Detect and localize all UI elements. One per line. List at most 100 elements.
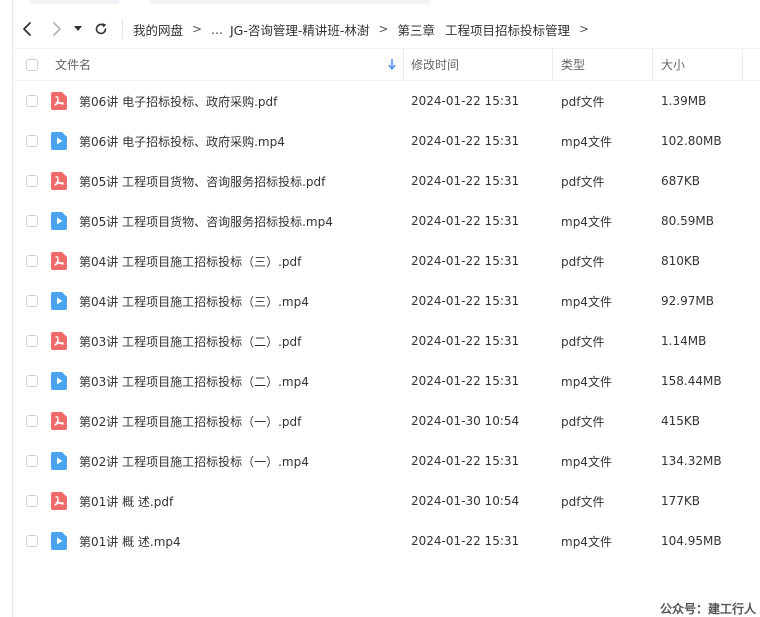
video-file-icon <box>51 212 67 230</box>
file-type: pdf文件 <box>561 254 605 269</box>
search-shape <box>150 0 430 4</box>
file-name[interactable]: 第03讲 工程项目施工招标投标（二）.mp4 <box>79 361 309 401</box>
row-checkbox[interactable] <box>26 215 38 227</box>
file-type: mp4文件 <box>561 294 612 309</box>
table-row[interactable]: 第06讲 电子招标投标、政府采购.pdf 2024-01-22 15:31 pd… <box>14 81 760 121</box>
file-size: 104.95MB <box>661 534 722 548</box>
file-name[interactable]: 第05讲 工程项目货物、咨询服务招标投标.pdf <box>79 161 325 201</box>
table-row[interactable]: 第05讲 工程项目货物、咨询服务招标投标.mp4 2024-01-22 15:3… <box>14 201 760 241</box>
toolbar-separator <box>122 19 123 39</box>
file-name[interactable]: 第01讲 概 述.pdf <box>79 481 173 521</box>
file-type: mp4文件 <box>561 454 612 469</box>
crumb-home[interactable]: 我的网盘 <box>133 20 183 39</box>
column-divider[interactable] <box>403 49 404 80</box>
video-file-icon <box>51 452 67 470</box>
crumb-ellipsis[interactable]: ... <box>211 22 223 37</box>
table-row[interactable]: 第06讲 电子招标投标、政府采购.mp4 2024-01-22 15:31 mp… <box>14 121 760 161</box>
crumb-chapter-folder[interactable]: 第三章 <box>397 20 435 39</box>
table-row[interactable]: 第03讲 工程项目施工招标投标（二）.mp4 2024-01-22 15:31 … <box>14 361 760 401</box>
file-name[interactable]: 第01讲 概 述.mp4 <box>79 521 181 561</box>
header-modified[interactable]: 修改时间 <box>411 49 459 80</box>
file-icon-cell <box>51 401 67 441</box>
table-row[interactable]: 第02讲 工程项目施工招标投标（一）.mp4 2024-01-22 15:31 … <box>14 441 760 481</box>
table-row[interactable]: 第04讲 工程项目施工招标投标（三）.pdf 2024-01-22 15:31 … <box>14 241 760 281</box>
crumb-current-folder[interactable]: 工程项目招标投标管理 <box>445 20 570 39</box>
file-name[interactable]: 第03讲 工程项目施工招标投标（二）.pdf <box>79 321 301 361</box>
file-icon-cell <box>51 521 67 561</box>
row-checkbox[interactable] <box>26 415 38 427</box>
refresh-icon <box>95 23 107 35</box>
file-icon-cell <box>51 201 67 241</box>
row-checkbox-cell <box>26 81 38 121</box>
file-type: pdf文件 <box>561 334 605 349</box>
pdf-file-icon <box>51 252 67 270</box>
video-file-icon <box>51 372 67 390</box>
crumb-course-folder[interactable]: JG-咨询管理-精讲班-林澍 <box>230 20 369 39</box>
file-type: mp4文件 <box>561 374 612 389</box>
file-icon-cell <box>51 281 67 321</box>
file-modified-time: 2024-01-22 15:31 <box>411 94 520 108</box>
pdf-file-icon <box>51 492 67 510</box>
file-name[interactable]: 第05讲 工程项目货物、咨询服务招标投标.mp4 <box>79 201 333 241</box>
table-row[interactable]: 第05讲 工程项目货物、咨询服务招标投标.pdf 2024-01-22 15:3… <box>14 161 760 201</box>
file-name[interactable]: 第02讲 工程项目施工招标投标（一）.mp4 <box>79 441 309 481</box>
file-icon-cell <box>51 81 67 121</box>
header-type[interactable]: 类型 <box>561 49 585 80</box>
breadcrumb-separator-icon: > <box>192 22 203 36</box>
header-size[interactable]: 大小 <box>661 49 685 80</box>
file-modified-time: 2024-01-22 15:31 <box>411 254 520 268</box>
file-icon-cell <box>51 481 67 521</box>
row-checkbox[interactable] <box>26 295 38 307</box>
table-row[interactable]: 第03讲 工程项目施工招标投标（二）.pdf 2024-01-22 15:31 … <box>14 321 760 361</box>
table-row[interactable]: 第01讲 概 述.pdf 2024-01-30 10:54 pdf文件 177K… <box>14 481 760 521</box>
file-name[interactable]: 第06讲 电子招标投标、政府采购.mp4 <box>79 121 285 161</box>
sort-descending-icon[interactable] <box>388 49 396 80</box>
row-checkbox[interactable] <box>26 335 38 347</box>
table-row[interactable]: 第02讲 工程项目施工招标投标（一）.pdf 2024-01-30 10:54 … <box>14 401 760 441</box>
row-checkbox-cell <box>26 441 38 481</box>
file-type: mp4文件 <box>561 534 612 549</box>
row-checkbox[interactable] <box>26 175 38 187</box>
header-name[interactable]: 文件名 <box>55 49 91 80</box>
video-file-icon <box>51 532 67 550</box>
row-checkbox-cell <box>26 201 38 241</box>
row-checkbox[interactable] <box>26 255 38 267</box>
forward-button[interactable] <box>44 16 70 42</box>
file-size: 687KB <box>661 174 701 188</box>
row-checkbox-cell <box>26 241 38 281</box>
file-type: pdf文件 <box>561 174 605 189</box>
file-name[interactable]: 第04讲 工程项目施工招标投标（三）.pdf <box>79 241 301 281</box>
row-checkbox-cell <box>26 321 38 361</box>
back-button[interactable] <box>14 16 40 42</box>
column-divider[interactable] <box>652 49 653 80</box>
row-checkbox[interactable] <box>26 135 38 147</box>
file-modified-time: 2024-01-22 15:31 <box>411 134 520 148</box>
file-size: 92.97MB <box>661 294 714 308</box>
column-divider[interactable] <box>742 49 743 80</box>
file-modified-time: 2024-01-22 15:31 <box>411 174 520 188</box>
refresh-button[interactable] <box>88 16 114 42</box>
file-modified-time: 2024-01-22 15:31 <box>411 454 520 468</box>
row-checkbox-cell <box>26 361 38 401</box>
select-all-cell <box>26 49 38 80</box>
row-checkbox-cell <box>26 481 38 521</box>
column-divider[interactable] <box>552 49 553 80</box>
table-row[interactable]: 第04讲 工程项目施工招标投标（三）.mp4 2024-01-22 15:31 … <box>14 281 760 321</box>
file-modified-time: 2024-01-30 10:54 <box>411 414 520 428</box>
row-checkbox[interactable] <box>26 455 38 467</box>
file-name[interactable]: 第04讲 工程项目施工招标投标（三）.mp4 <box>79 281 309 321</box>
row-checkbox[interactable] <box>26 95 38 107</box>
table-row[interactable]: 第01讲 概 述.mp4 2024-01-22 15:31 mp4文件 104.… <box>14 521 760 561</box>
file-icon-cell <box>51 161 67 201</box>
breadcrumb: 我的网盘 > ... JG-咨询管理-精讲班-林澍 > 第三章 工程项目招标投标… <box>133 20 598 39</box>
select-all-checkbox[interactable] <box>26 58 38 71</box>
row-checkbox[interactable] <box>26 535 38 547</box>
file-name[interactable]: 第02讲 工程项目施工招标投标（一）.pdf <box>79 401 301 441</box>
file-icon-cell <box>51 321 67 361</box>
file-name[interactable]: 第06讲 电子招标投标、政府采购.pdf <box>79 81 277 121</box>
row-checkbox[interactable] <box>26 495 38 507</box>
toolbar: 我的网盘 > ... JG-咨询管理-精讲班-林澍 > 第三章 工程项目招标投标… <box>14 12 760 46</box>
file-size: 810KB <box>661 254 701 268</box>
history-dropdown[interactable] <box>72 16 84 42</box>
row-checkbox[interactable] <box>26 375 38 387</box>
